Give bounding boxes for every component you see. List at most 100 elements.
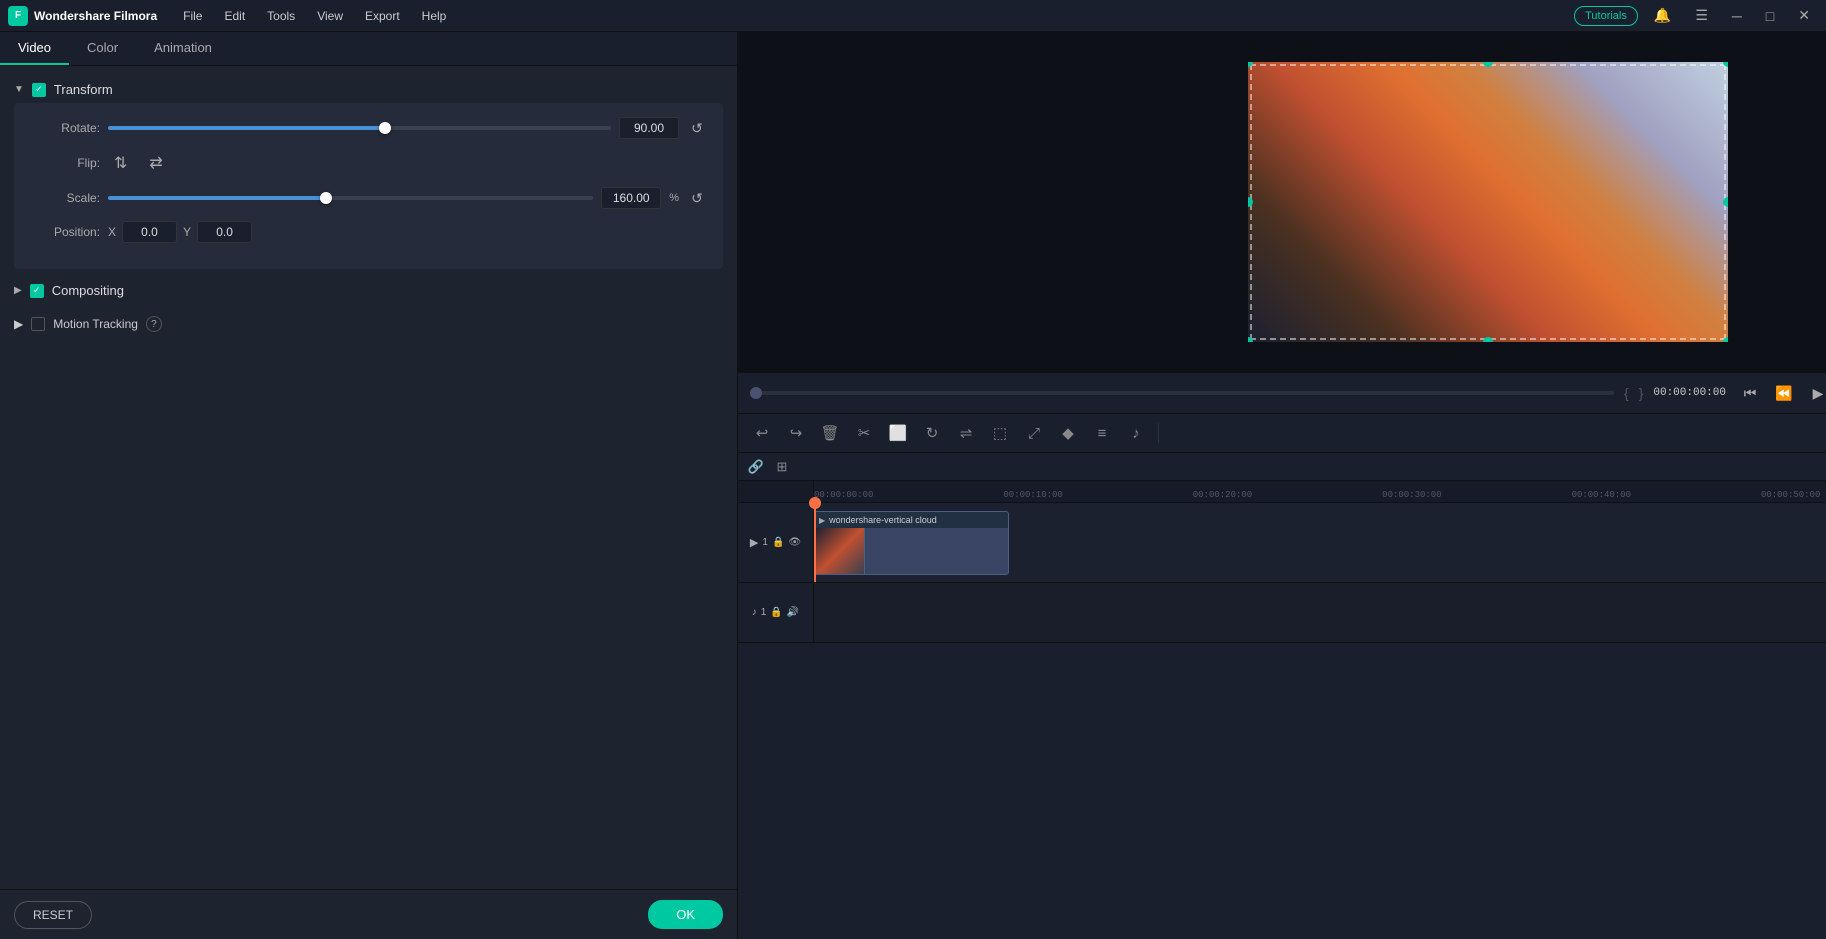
- flip-horizontal-button[interactable]: ⇅: [108, 151, 133, 175]
- titlebar-right: Tutorials 🔔 ☰ ─ □ ✕: [1574, 3, 1818, 28]
- handle-bottom-middle[interactable]: [1483, 337, 1493, 342]
- scale-unit: %: [669, 192, 679, 204]
- speed-button[interactable]: ⬚: [986, 419, 1014, 447]
- rotate-value-input[interactable]: [619, 117, 679, 139]
- motion-tracking-section: ▶ Motion Tracking ?: [0, 310, 737, 338]
- rotate-label: Rotate:: [30, 121, 100, 135]
- scale-value-input[interactable]: [601, 187, 661, 209]
- video-track-icon: ▶: [750, 536, 758, 549]
- tl-link-button[interactable]: 🔗: [744, 455, 768, 479]
- notification-button[interactable]: 🔔: [1646, 3, 1679, 28]
- left-bracket-button[interactable]: {: [1624, 385, 1629, 401]
- panel-footer: RESET OK: [0, 889, 737, 939]
- flip-vertical-button[interactable]: ⇄: [143, 151, 168, 175]
- compositing-checkbox[interactable]: ✓: [30, 284, 44, 298]
- transform-section: ▼ ✓ Transform Rotate: ↺: [0, 76, 737, 269]
- rewind-button[interactable]: ⏮: [1736, 379, 1764, 407]
- video-clip[interactable]: ▶ wondershare-vertical cloud: [814, 511, 1009, 575]
- timeline-area: 🔗 ⊞ 00:00:00:00 00:00:10:00 00:00:20:00 …: [738, 453, 1826, 939]
- menu-view[interactable]: View: [307, 5, 353, 27]
- app-logo: F Wondershare Filmora: [8, 6, 157, 26]
- timeline-ruler: 00:00:00:00 00:00:10:00 00:00:20:00 00:0…: [738, 481, 1826, 503]
- position-inputs: X Y: [108, 221, 252, 243]
- rotate-reset-button[interactable]: ↺: [687, 118, 707, 138]
- video-track-row[interactable]: ▶ wondershare-vertical cloud: [814, 503, 1826, 583]
- ok-button[interactable]: OK: [648, 900, 723, 929]
- audio-track-number: 1: [761, 607, 767, 618]
- maximize-button[interactable]: □: [1758, 4, 1782, 28]
- transform-section-header[interactable]: ▼ ✓ Transform: [0, 76, 737, 103]
- align-button[interactable]: ≡: [1088, 419, 1116, 447]
- tl-snap-button[interactable]: ⊞: [770, 455, 794, 479]
- ruler-mark-5: 00:00:50:00: [1761, 490, 1820, 500]
- right-bracket-button[interactable]: }: [1639, 385, 1644, 401]
- reset-all-button[interactable]: RESET: [14, 901, 92, 929]
- menu-file[interactable]: File: [173, 5, 212, 27]
- play-button[interactable]: ▶: [1804, 379, 1826, 407]
- tab-animation[interactable]: Animation: [136, 32, 230, 65]
- cut-button[interactable]: ✂: [850, 419, 878, 447]
- right-panel: { } 00:00:00:00 ⏮ ⏪ ▶ ⏹ 1/2 ⛶ 📷 🔊 ⚙ −: [738, 32, 1826, 939]
- clip-title: wondershare-vertical cloud: [829, 515, 937, 525]
- position-y-label: Y: [183, 225, 191, 239]
- video-preview-inner: [1248, 62, 1728, 342]
- compositing-chevron: ▶: [14, 285, 22, 296]
- audio-track-row[interactable]: [814, 583, 1826, 643]
- ruler-mark-0: 00:00:00:00: [814, 490, 873, 500]
- rotate-slider[interactable]: [108, 126, 611, 130]
- undo-button[interactable]: ↩: [748, 419, 776, 447]
- delete-button[interactable]: 🗑: [816, 419, 844, 447]
- menu-export[interactable]: Export: [355, 5, 410, 27]
- position-x-input[interactable]: [122, 221, 177, 243]
- audio-track-icon: ♪: [752, 607, 757, 618]
- audio-volume-icon[interactable]: 🔊: [787, 607, 799, 618]
- menu-edit[interactable]: Edit: [214, 5, 255, 27]
- flip-label: Flip:: [30, 156, 100, 170]
- flip-tool-button[interactable]: ⇌: [952, 419, 980, 447]
- audio-button[interactable]: ♪: [1122, 419, 1150, 447]
- scale-slider[interactable]: [108, 196, 593, 200]
- scale-row: Scale: % ↺: [30, 187, 707, 209]
- transform-checkbox[interactable]: ✓: [32, 83, 46, 97]
- close-button[interactable]: ✕: [1790, 3, 1818, 28]
- menu-tools[interactable]: Tools: [257, 5, 305, 27]
- transform-chevron: ▼: [14, 84, 24, 95]
- audio-lock-icon[interactable]: 🔒: [770, 607, 782, 618]
- handle-bottom-right[interactable]: [1723, 337, 1728, 342]
- flip-buttons: ⇅ ⇄: [108, 151, 707, 175]
- toolbar-separator: [1158, 423, 1159, 443]
- compositing-section-header[interactable]: ▶ ✓ Compositing: [0, 277, 737, 304]
- clip-play-icon: ▶: [819, 516, 825, 525]
- minimize-button[interactable]: ─: [1724, 4, 1750, 28]
- tutorials-button[interactable]: Tutorials: [1574, 6, 1638, 26]
- motion-tracking-header[interactable]: ▶ Motion Tracking ?: [0, 310, 737, 338]
- transform-title: Transform: [54, 82, 113, 97]
- motion-tracking-chevron: ▶: [14, 317, 23, 331]
- track-eye-icon[interactable]: 👁: [788, 537, 801, 548]
- redo-button[interactable]: ↪: [782, 419, 810, 447]
- ruler-mark-1: 00:00:10:00: [1003, 490, 1062, 500]
- rotate-tool-button[interactable]: ↻: [918, 419, 946, 447]
- playback-slider[interactable]: [750, 391, 1614, 395]
- menu-help[interactable]: Help: [412, 5, 457, 27]
- position-x-label: X: [108, 225, 116, 239]
- panel-content: ▼ ✓ Transform Rotate: ↺: [0, 66, 737, 889]
- handle-middle-right[interactable]: [1723, 197, 1728, 207]
- toolbar: ↩ ↪ 🗑 ✂ ⬜ ↻ ⇌ ⬚ ⤢ ◆ ≡ ♪ ✦ 🛡 🎤 🎨 ⊟ ⊖: [738, 413, 1826, 453]
- tab-video[interactable]: Video: [0, 32, 69, 65]
- crop-button[interactable]: ⬜: [884, 419, 912, 447]
- timeline-tracks[interactable]: 00:00:00:00 00:00:10:00 00:00:20:00 00:0…: [738, 481, 1826, 939]
- ruler-mark-2: 00:00:20:00: [1193, 490, 1252, 500]
- motion-tracking-checkbox[interactable]: [31, 317, 45, 331]
- compositing-title: Compositing: [52, 283, 124, 298]
- tab-color[interactable]: Color: [69, 32, 136, 65]
- position-y-input[interactable]: [197, 221, 252, 243]
- motion-tracking-help-icon[interactable]: ?: [146, 316, 162, 332]
- step-back-button[interactable]: ⏪: [1770, 379, 1798, 407]
- expand-button[interactable]: ⤢: [1020, 419, 1048, 447]
- hamburger-button[interactable]: ☰: [1687, 3, 1716, 28]
- ruler-mark-3: 00:00:30:00: [1382, 490, 1441, 500]
- track-lock-icon[interactable]: 🔒: [772, 537, 784, 548]
- marker-button[interactable]: ◆: [1054, 419, 1082, 447]
- scale-reset-button[interactable]: ↺: [687, 188, 707, 208]
